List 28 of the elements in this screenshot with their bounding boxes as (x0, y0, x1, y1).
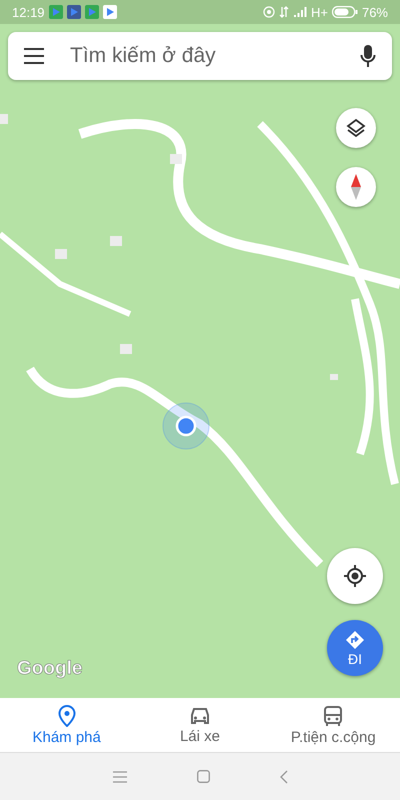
search-field[interactable]: Tìm kiếm ở đây (68, 43, 336, 69)
map-logo: Google (17, 658, 82, 680)
data-arrows-icon (278, 6, 289, 18)
home-icon[interactable] (196, 770, 210, 783)
signal-icon (292, 6, 307, 18)
network-type: H+ (310, 4, 328, 20)
compass-icon (351, 174, 361, 200)
location-dot-icon (162, 402, 210, 450)
status-time: 12:19 (12, 4, 45, 20)
battery-icon (332, 6, 358, 18)
layers-icon (346, 118, 366, 138)
crosshair-icon (343, 564, 367, 588)
back-icon[interactable] (280, 770, 288, 784)
nav-tab[interactable]: Lái xe (133, 698, 267, 752)
pin-icon (58, 704, 76, 726)
microphone-icon[interactable] (360, 44, 376, 68)
nav-tab[interactable]: Khám phá (0, 698, 134, 752)
menu-icon[interactable] (24, 48, 44, 64)
notification-icon (102, 5, 117, 19)
battery-percent: 76% (362, 4, 388, 20)
bus-icon (322, 704, 344, 726)
search-bar[interactable]: Tìm kiếm ở đây (8, 32, 392, 80)
notification-icon (84, 5, 99, 19)
directions-icon (345, 630, 365, 650)
notification-icon (66, 5, 81, 19)
notification-icon (48, 5, 63, 19)
hotspot-icon (262, 6, 275, 18)
nav-tab[interactable]: P.tiện c.cộng (266, 698, 400, 752)
